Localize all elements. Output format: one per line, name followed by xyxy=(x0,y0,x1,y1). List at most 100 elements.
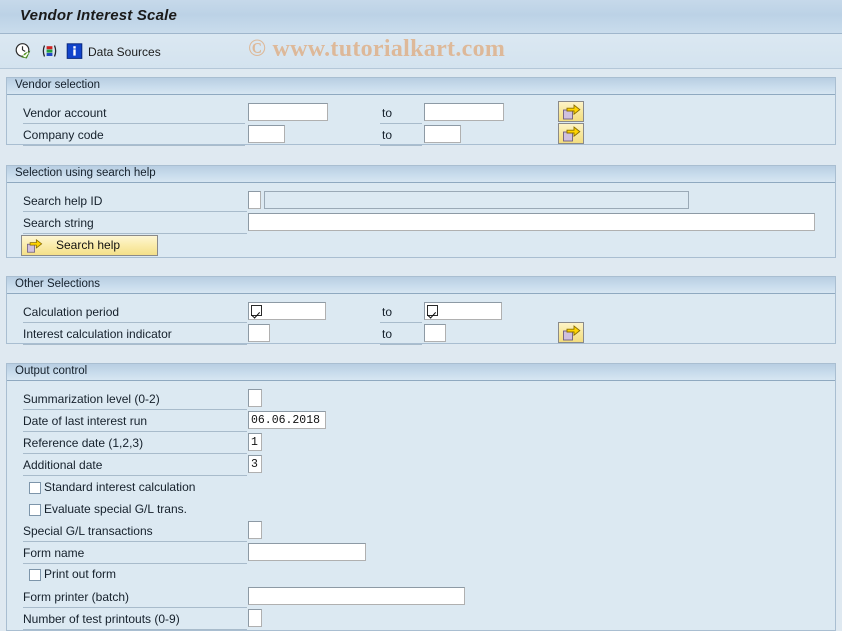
field-row-search-string: Search string xyxy=(7,213,837,235)
page-title: Vendor Interest Scale xyxy=(20,7,178,24)
search-string-input[interactable] xyxy=(248,213,815,231)
field-label: Search string xyxy=(23,216,94,230)
interest-indicator-from-input[interactable] xyxy=(248,324,270,342)
special-gl-transactions-input[interactable] xyxy=(248,521,262,539)
calculation-period-to-input[interactable] xyxy=(424,302,502,320)
standard-interest-calculation-checkbox[interactable] xyxy=(29,482,41,494)
search-help-id-description-field[interactable] xyxy=(264,191,689,209)
to-label: to xyxy=(382,106,393,120)
application-toolbar: Data Sources xyxy=(0,34,842,69)
section-header: Selection using search help xyxy=(7,166,835,183)
to-underline xyxy=(380,145,422,146)
section-vendor-selection: Vendor selection Vendor account to Compa… xyxy=(6,77,837,147)
section-other-selections: Other Selections Calculation period to I… xyxy=(6,276,837,346)
company-code-to-input[interactable] xyxy=(424,125,461,143)
form-printer-batch-input[interactable] xyxy=(248,587,465,605)
field-row-company-code: Company code to xyxy=(7,123,837,147)
label-underline xyxy=(23,145,245,146)
field-row-reference-date: Reference date (1,2,3) xyxy=(7,433,837,455)
reference-date-input[interactable] xyxy=(248,433,262,451)
field-label: Reference date (1,2,3) xyxy=(23,436,144,450)
label-underline xyxy=(23,344,247,345)
label-underline xyxy=(23,541,247,542)
field-label: Form name xyxy=(23,546,85,560)
date-of-last-interest-run-input[interactable] xyxy=(248,411,326,429)
label-underline xyxy=(23,453,247,454)
search-help-button-label: Search help xyxy=(56,238,121,252)
field-label: Company code xyxy=(23,128,104,142)
number-of-test-printouts-input[interactable] xyxy=(248,609,262,627)
field-row-search-help-id: Search help ID xyxy=(7,191,837,213)
section-selection-using-search-help: Selection using search help Search help … xyxy=(6,165,836,258)
calculation-period-from-input[interactable] xyxy=(248,302,326,320)
field-label: Calculation period xyxy=(23,305,120,319)
field-label: Form printer (batch) xyxy=(23,590,130,604)
window-titlebar: Vendor Interest Scale xyxy=(0,0,842,34)
field-label: Vendor account xyxy=(23,106,107,120)
search-help-button[interactable]: Search help xyxy=(21,235,158,256)
to-label: to xyxy=(382,128,393,142)
field-label: Number of test printouts (0-9) xyxy=(23,612,180,626)
information-icon[interactable] xyxy=(65,42,84,61)
field-row-form-name: Form name xyxy=(7,543,837,565)
section-title: Output control xyxy=(15,365,88,377)
field-label: Special G/L transactions xyxy=(23,524,153,538)
field-row-date-of-last-interest-run: Date of last interest run xyxy=(7,411,837,433)
label-underline xyxy=(23,607,247,608)
field-row-form-printer-batch: Form printer (batch) xyxy=(7,587,837,609)
checkbox-label: Evaluate special G/L trans. xyxy=(44,502,187,516)
field-row-vendor-account: Vendor account to xyxy=(7,101,837,125)
vendor-account-multi-select-button[interactable] xyxy=(558,101,584,122)
field-label: Search help ID xyxy=(23,194,103,208)
section-title: Other Selections xyxy=(15,278,101,290)
field-row-calculation-period: Calculation period to xyxy=(7,302,837,324)
vendor-account-from-input[interactable] xyxy=(248,103,328,121)
section-title: Vendor selection xyxy=(15,79,101,91)
company-code-multi-select-button[interactable] xyxy=(558,123,584,144)
field-row-summarization-level: Summarization level (0-2) xyxy=(7,389,837,411)
label-underline xyxy=(23,409,247,410)
interest-indicator-multi-select-button[interactable] xyxy=(558,322,584,343)
label-underline xyxy=(23,211,247,212)
to-underline xyxy=(380,123,422,124)
field-row-special-gl-transactions: Special G/L transactions xyxy=(7,521,837,543)
company-code-from-input[interactable] xyxy=(248,125,285,143)
section-title: Selection using search help xyxy=(15,167,156,179)
field-row-number-of-test-printouts: Number of test printouts (0-9) xyxy=(7,609,837,631)
field-label: Interest calculation indicator xyxy=(23,327,172,341)
section-output-control: Output control Summarization level (0-2)… xyxy=(6,363,836,631)
label-underline xyxy=(23,322,247,323)
checkbox-label: Print out form xyxy=(44,567,117,581)
sap-selection-screen: Vendor Interest Scale Data Sources © www… xyxy=(0,0,842,631)
to-underline xyxy=(380,344,422,345)
checkbox-label: Standard interest calculation xyxy=(44,480,196,494)
evaluate-special-gl-trans-checkbox[interactable] xyxy=(29,504,41,516)
label-underline xyxy=(23,563,247,564)
field-label: Summarization level (0-2) xyxy=(23,392,160,406)
to-label: to xyxy=(382,305,393,319)
search-help-id-input[interactable] xyxy=(248,191,261,209)
section-header: Output control xyxy=(7,364,835,381)
print-out-form-checkbox[interactable] xyxy=(29,569,41,581)
interest-indicator-to-input[interactable] xyxy=(424,324,446,342)
label-underline xyxy=(23,123,245,124)
label-underline xyxy=(23,233,247,234)
variant-bars-icon[interactable] xyxy=(40,42,59,61)
label-underline xyxy=(23,431,247,432)
section-header: Other Selections xyxy=(7,277,835,294)
execute-clock-check-icon[interactable] xyxy=(14,42,33,61)
field-row-additional-date: Additional date xyxy=(7,455,837,477)
summarization-level-input[interactable] xyxy=(248,389,262,407)
label-underline xyxy=(23,629,247,630)
data-sources-label: Data Sources xyxy=(88,45,161,59)
section-header: Vendor selection xyxy=(7,78,835,95)
vendor-account-to-input[interactable] xyxy=(424,103,504,121)
label-underline xyxy=(23,475,247,476)
to-underline xyxy=(380,322,422,323)
field-row-interest-calculation-indicator: Interest calculation indicator to xyxy=(7,322,837,346)
additional-date-input[interactable] xyxy=(248,455,262,473)
to-label: to xyxy=(382,327,393,341)
form-name-input[interactable] xyxy=(248,543,366,561)
field-label: Additional date xyxy=(23,458,103,472)
field-label: Date of last interest run xyxy=(23,414,148,428)
